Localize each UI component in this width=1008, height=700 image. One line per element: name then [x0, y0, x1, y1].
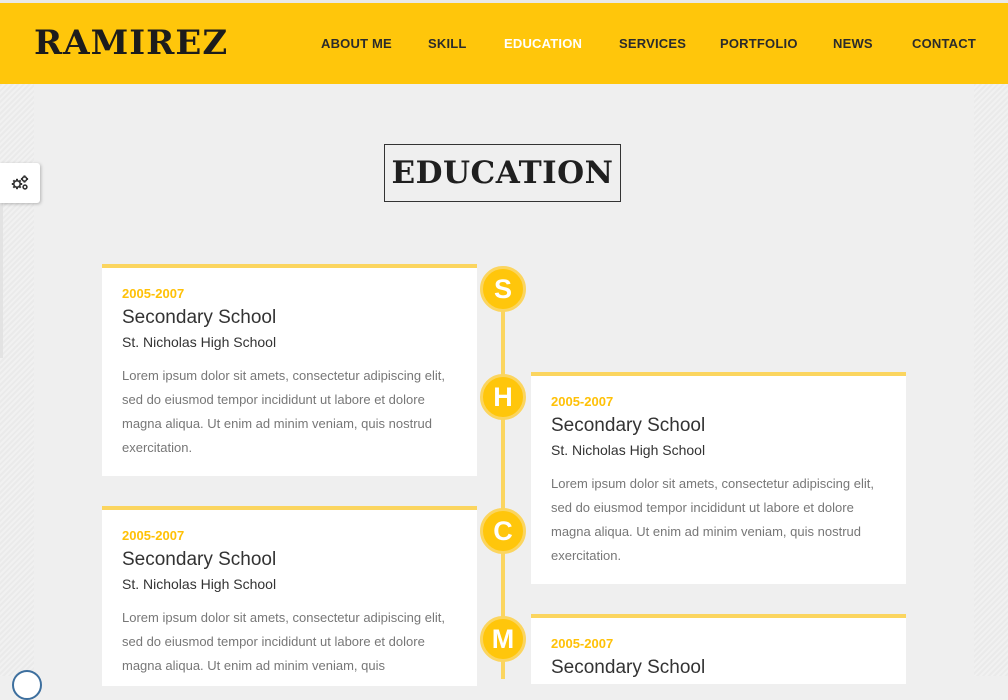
corner-widget-button[interactable]: [12, 670, 42, 700]
card-school: St. Nicholas High School: [551, 442, 706, 458]
card-year: 2005-2007: [551, 394, 614, 409]
nav-item-services[interactable]: SERVICES: [619, 36, 686, 51]
settings-panel-edge: [0, 203, 3, 358]
main-nav: ABOUT ME SKILL EDUCATION SERVICES PORTFO…: [0, 36, 1008, 56]
nav-item-contact[interactable]: CONTACT: [912, 36, 976, 51]
nav-item-portfolio[interactable]: PORTFOLIO: [720, 36, 798, 51]
nav-item-news[interactable]: NEWS: [833, 36, 873, 51]
timeline-marker: C: [480, 508, 526, 554]
timeline-card: 2005-2007 Secondary School St. Nicholas …: [531, 372, 906, 584]
nav-item-education[interactable]: EDUCATION: [504, 36, 582, 51]
card-description: Lorem ipsum dolor sit amets, consectetur…: [551, 476, 874, 563]
timeline-marker: H: [480, 374, 526, 420]
card-description: Lorem ipsum dolor sit amets, consectetur…: [122, 610, 445, 673]
gears-icon: [11, 175, 29, 190]
card-title: Secondary School: [122, 549, 277, 570]
settings-toggle-button[interactable]: [0, 163, 40, 203]
card-year: 2005-2007: [122, 528, 185, 543]
card-school: St. Nicholas High School: [122, 334, 277, 350]
card-description: Lorem ipsum dolor sit amets, consectetur…: [122, 368, 445, 455]
card-title: Secondary School: [122, 307, 277, 328]
timeline-card: 2005-2007 Secondary School: [531, 614, 906, 684]
section-title: EDUCATION: [384, 144, 621, 202]
timeline-marker: S: [480, 266, 526, 312]
card-year: 2005-2007: [122, 286, 185, 301]
site-header: RAMIREZ ABOUT ME SKILL EDUCATION SERVICE…: [0, 3, 1008, 84]
timeline-card: 2005-2007 Secondary School St. Nicholas …: [102, 264, 477, 476]
card-title: Secondary School: [551, 415, 706, 436]
timeline-marker: M: [480, 616, 526, 662]
nav-item-skill[interactable]: SKILL: [428, 36, 467, 51]
background-texture-right: [974, 84, 1008, 676]
nav-item-about-me[interactable]: ABOUT ME: [321, 36, 392, 51]
card-school: St. Nicholas High School: [122, 576, 277, 592]
card-year: 2005-2007: [551, 636, 614, 651]
timeline-card: 2005-2007 Secondary School St. Nicholas …: [102, 506, 477, 686]
